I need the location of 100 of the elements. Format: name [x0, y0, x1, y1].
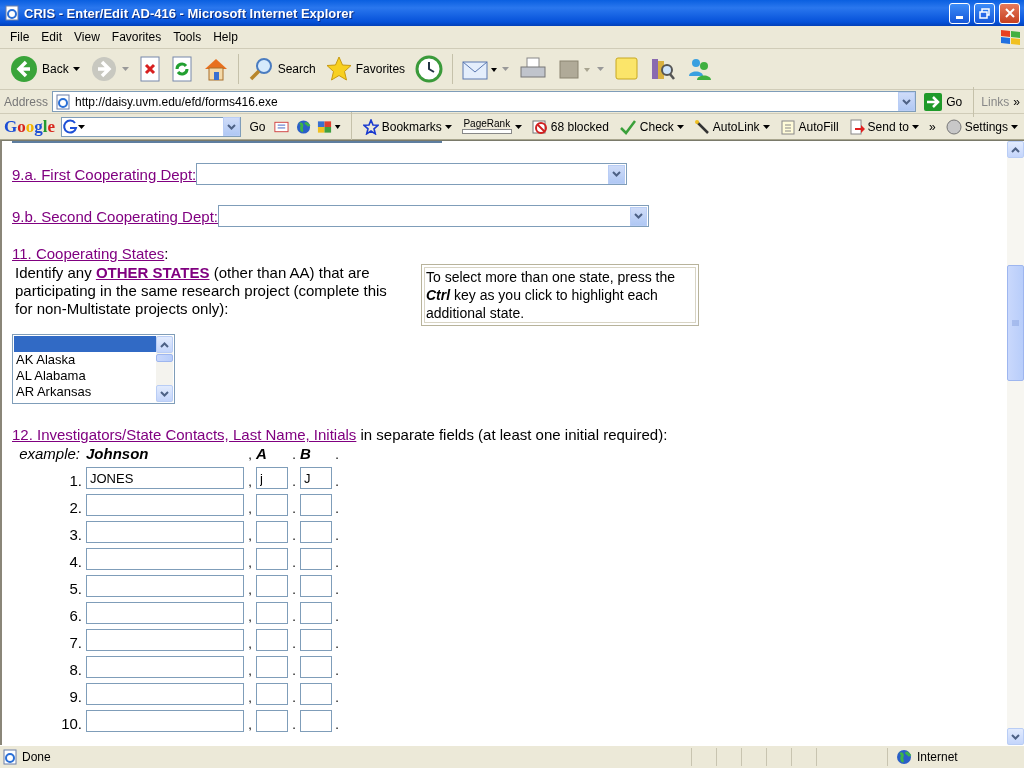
more-chevron[interactable]: » — [1013, 94, 1020, 109]
favorites-button[interactable]: Favorites — [321, 52, 410, 86]
initial-field[interactable]: j — [256, 467, 288, 489]
menu-item[interactable]: Help — [207, 28, 244, 46]
last-name-field[interactable] — [86, 602, 244, 624]
last-name-field[interactable] — [86, 656, 244, 678]
menu-item[interactable]: Edit — [35, 28, 69, 46]
search-button[interactable]: Search — [243, 52, 320, 86]
caret-icon — [444, 124, 452, 129]
initial-field[interactable] — [300, 710, 332, 732]
autolink-button[interactable]: AutoLink — [691, 118, 772, 135]
scroll-down-button[interactable] — [1007, 728, 1024, 745]
pagerank-bar-icon — [461, 129, 512, 134]
scrollbar-thumb[interactable] — [1007, 265, 1024, 381]
period-text: . — [334, 717, 340, 732]
initial-field[interactable] — [256, 548, 288, 570]
initial-field[interactable]: J — [300, 467, 332, 489]
tip-note: To select more than one state, press the Ctrl key as you click to highlight each additional state. — [421, 264, 699, 326]
scroll-down-button[interactable] — [156, 385, 173, 402]
comma-text: , — [247, 528, 253, 543]
initial-field[interactable] — [300, 575, 332, 597]
books-icon — [650, 56, 677, 82]
initial-field[interactable] — [300, 602, 332, 624]
initial-field[interactable] — [256, 710, 288, 732]
dropdown-button[interactable] — [898, 92, 916, 111]
blocked-button[interactable]: 68 blocked — [529, 118, 611, 135]
example-last-name: Johnson — [86, 445, 150, 462]
maximize-button[interactable] — [974, 2, 995, 24]
period-text: . — [334, 663, 340, 678]
row-number: 5. — [68, 580, 83, 597]
comma-text: , — [247, 609, 253, 624]
last-name-field[interactable] — [86, 494, 244, 516]
scrollbar-thumb[interactable] — [156, 354, 173, 362]
menu-item[interactable]: Favorites — [105, 28, 168, 46]
go-button[interactable]: Go — [920, 92, 967, 111]
last-name-field[interactable] — [86, 521, 244, 543]
last-name-field[interactable] — [86, 629, 244, 651]
check-button[interactable]: Check — [616, 118, 686, 135]
caret-icon — [502, 67, 510, 71]
last-name-field[interactable] — [86, 548, 244, 570]
dropdown-select[interactable] — [218, 205, 649, 227]
back-button[interactable]: Back — [6, 52, 84, 86]
scrollbar-track[interactable] — [1007, 141, 1024, 745]
initial-field[interactable] — [300, 629, 332, 651]
scroll-up-button[interactable] — [156, 336, 173, 353]
initial-field[interactable] — [256, 683, 288, 705]
scroll-up-button[interactable] — [1007, 141, 1024, 158]
close-button[interactable] — [999, 2, 1020, 24]
note-icon — [614, 56, 641, 82]
menu-item[interactable]: Tools — [167, 28, 208, 46]
dropdown-button[interactable] — [630, 206, 647, 226]
last-name-field[interactable] — [86, 575, 244, 597]
initial-field[interactable] — [300, 494, 332, 516]
initial-field[interactable] — [256, 494, 288, 516]
initial-field[interactable] — [256, 521, 288, 543]
bookmarks-button[interactable]: Bookmarks — [360, 118, 454, 135]
last-name-field[interactable]: JONES — [86, 467, 244, 489]
menu-item[interactable]: File — [4, 28, 36, 46]
section-heading-link[interactable]: 12. Investigators/State Contacts, Last Name, Initials — [12, 426, 357, 443]
dropdown-button[interactable] — [608, 164, 626, 184]
initial-field[interactable] — [256, 602, 288, 624]
row-number: 3. — [68, 526, 83, 543]
scrollbar-track[interactable] — [156, 336, 173, 402]
go-button[interactable]: Go — [247, 119, 268, 134]
autofill-button[interactable]: AutoFill — [777, 118, 841, 135]
field-label-link[interactable]: 9.b. Second Cooperating Dept: — [12, 207, 218, 225]
menu-item[interactable]: View — [68, 28, 106, 46]
pagerank-button[interactable]: PageRank — [459, 119, 524, 134]
sendto-button[interactable]: Send to — [846, 118, 921, 135]
initial-field[interactable] — [300, 521, 332, 543]
dropdown-select[interactable] — [196, 163, 628, 185]
chevron-down-icon — [160, 390, 169, 397]
settings-icon — [945, 118, 962, 135]
star-icon — [362, 118, 379, 135]
last-name-field[interactable] — [86, 683, 244, 705]
google-search-field[interactable] — [61, 116, 242, 137]
initial-field[interactable] — [300, 548, 332, 570]
last-name-field[interactable] — [86, 710, 244, 732]
google-logo: Google — [4, 116, 55, 137]
initial-field[interactable] — [256, 656, 288, 678]
settings-button[interactable]: Settings — [943, 118, 1020, 135]
initial-field[interactable] — [300, 683, 332, 705]
field-label-link[interactable]: 9.a. First Cooperating Dept: — [12, 165, 197, 183]
address-field[interactable]: http://daisy.uvm.edu/efd/forms416.exe — [52, 91, 917, 112]
dropdown-button[interactable] — [223, 117, 241, 136]
period-text: . — [334, 474, 340, 489]
comma-text: , — [247, 636, 253, 651]
initial-field[interactable] — [256, 575, 288, 597]
other-states-link[interactable]: OTHER STATES — [95, 264, 210, 281]
security-zone: Internet — [887, 748, 1024, 766]
caret-icon — [514, 124, 522, 129]
example-initial: A — [256, 445, 268, 462]
initial-field[interactable] — [256, 629, 288, 651]
colon-text: : — [164, 245, 169, 262]
minimize-button[interactable] — [949, 2, 970, 24]
initial-field[interactable] — [300, 656, 332, 678]
states-listbox[interactable]: AK Alaska AL Alabama AR Arkansas — [12, 334, 175, 404]
chevron-down-icon — [634, 213, 643, 219]
more-chevron[interactable]: » — [926, 119, 938, 134]
period-text: . — [291, 501, 297, 516]
